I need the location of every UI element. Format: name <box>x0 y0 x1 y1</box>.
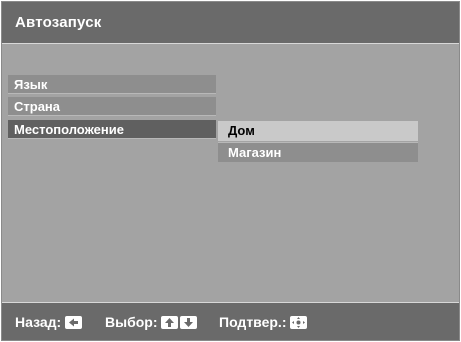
hint-confirm-label: Подтвер.: <box>219 314 287 330</box>
hint-back: Назад: <box>15 314 83 330</box>
hint-confirm: Подтвер.: <box>219 314 308 330</box>
submenu-item-home[interactable]: Дом <box>218 121 418 141</box>
up-arrow-icon <box>161 315 179 329</box>
menu-item-language[interactable]: Язык <box>8 75 216 94</box>
hint-select-label: Выбор: <box>105 314 158 330</box>
page-title: Автозапуск <box>15 14 102 31</box>
submenu-item-store[interactable]: Магазин <box>218 142 418 162</box>
hint-select: Выбор: <box>105 314 198 330</box>
down-arrow-icon <box>180 315 198 329</box>
osd-screen: Автозапуск Язык Страна Местоположение До… <box>1 1 460 341</box>
menu-item-country[interactable]: Страна <box>8 97 216 116</box>
left-arrow-icon <box>65 315 83 329</box>
dpad-center-icon <box>290 315 308 329</box>
menu-item-location[interactable]: Местоположение <box>8 120 216 139</box>
hint-back-label: Назад: <box>15 314 62 330</box>
help-bar: Назад: Выбор: Подтвер.: <box>2 302 459 340</box>
title-bar: Автозапуск <box>2 2 459 44</box>
